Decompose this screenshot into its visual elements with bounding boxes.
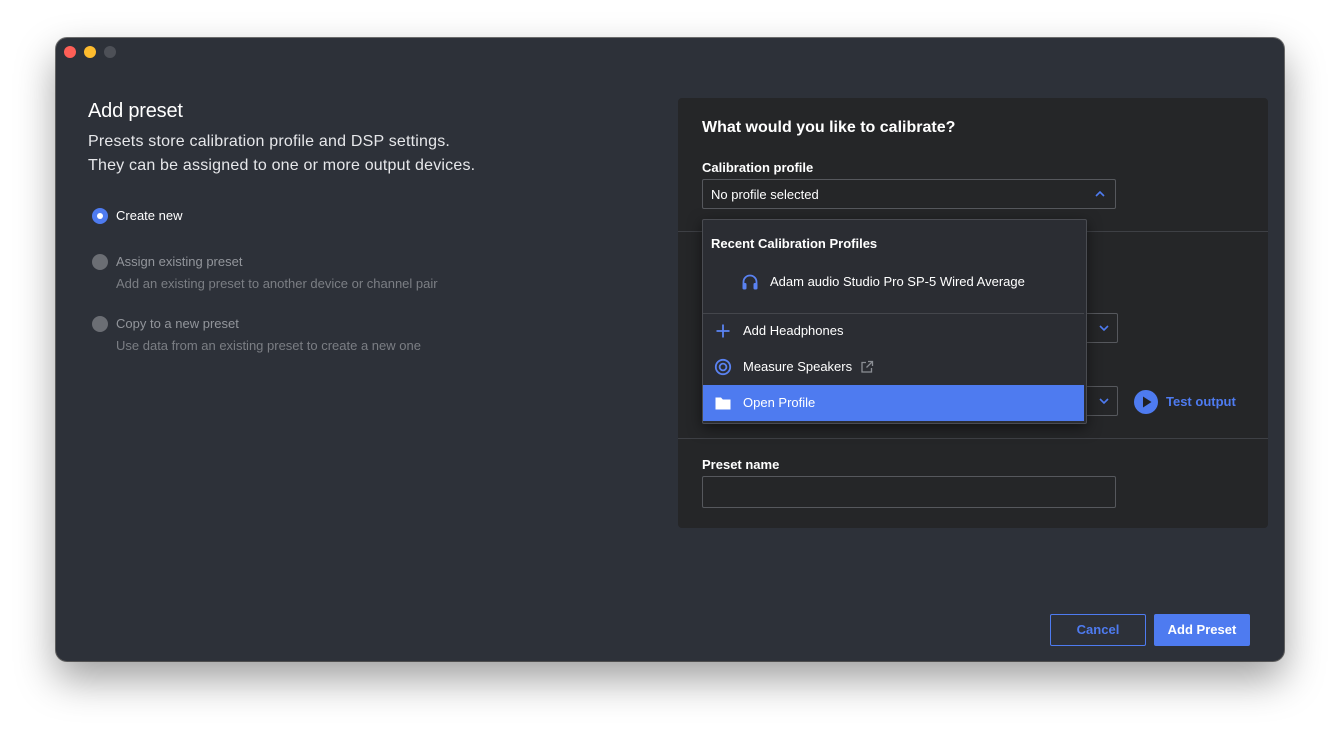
description-line-2: They can be assigned to one or more outp… [88,157,476,174]
section-divider [678,438,1268,439]
calibration-profile-dropdown: Recent Calibration Profiles Adam audio S… [702,219,1087,424]
radio-create-new[interactable] [92,208,108,224]
add-headphones-item[interactable]: Add Headphones [703,313,1084,349]
chevron-down-icon [1099,325,1109,332]
cancel-button[interactable]: Cancel [1050,614,1146,646]
page-title: Add preset [88,100,183,122]
recent-profiles-heading: Recent Calibration Profiles [711,236,878,251]
option-label: Assign existing preset [116,254,243,269]
calibration-profile-select[interactable]: No profile selected [702,179,1116,209]
test-output-label: Test output [1166,394,1236,409]
plus-icon [716,324,730,338]
option-label: Create new [116,208,183,223]
play-icon [1134,390,1158,414]
recent-profile-item[interactable]: Adam audio Studio Pro SP-5 Wired Average [703,264,1084,300]
option-label: Copy to a new preset [116,316,239,331]
chevron-up-icon [1095,190,1105,197]
page-description: Presets store calibration profile and DS… [88,130,608,178]
window-close-button[interactable] [64,46,76,58]
chevron-down-icon [1099,398,1109,405]
option-sublabel: Use data from an existing preset to crea… [116,338,421,353]
preset-name-label: Preset name [702,457,780,472]
calibration-profile-value: No profile selected [711,187,819,202]
window-minimize-button[interactable] [84,46,96,58]
description-line-1: Presets store calibration profile and DS… [88,133,451,150]
radio-assign-existing[interactable] [92,254,108,270]
headphones-icon [742,274,758,290]
add-preset-window: Add preset Presets store calibration pro… [56,38,1284,661]
radio-copy-preset[interactable] [92,316,108,332]
measure-speakers-item[interactable]: Measure Speakers [703,349,1084,385]
measure-speakers-label: Measure Speakers [743,359,853,374]
window-maximize-button[interactable] [104,46,116,58]
open-profile-label: Open Profile [743,395,816,410]
option-sublabel: Add an existing preset to another device… [116,276,438,291]
recent-profile-label: Adam audio Studio Pro SP-5 Wired Average [770,274,1025,289]
output-channel-select[interactable] [1082,386,1118,416]
folder-icon [715,397,731,410]
add-preset-button[interactable]: Add Preset [1154,614,1250,646]
external-link-icon [861,360,874,373]
output-device-select[interactable] [1082,313,1118,343]
add-headphones-label: Add Headphones [743,323,844,338]
panel-title: What would you like to calibrate? [702,119,956,136]
open-profile-item[interactable]: Open Profile [703,385,1084,421]
calibration-profile-label: Calibration profile [702,160,814,175]
target-icon [714,358,732,376]
preset-name-input[interactable] [702,476,1116,508]
test-output-button[interactable]: Test output [1134,390,1254,414]
